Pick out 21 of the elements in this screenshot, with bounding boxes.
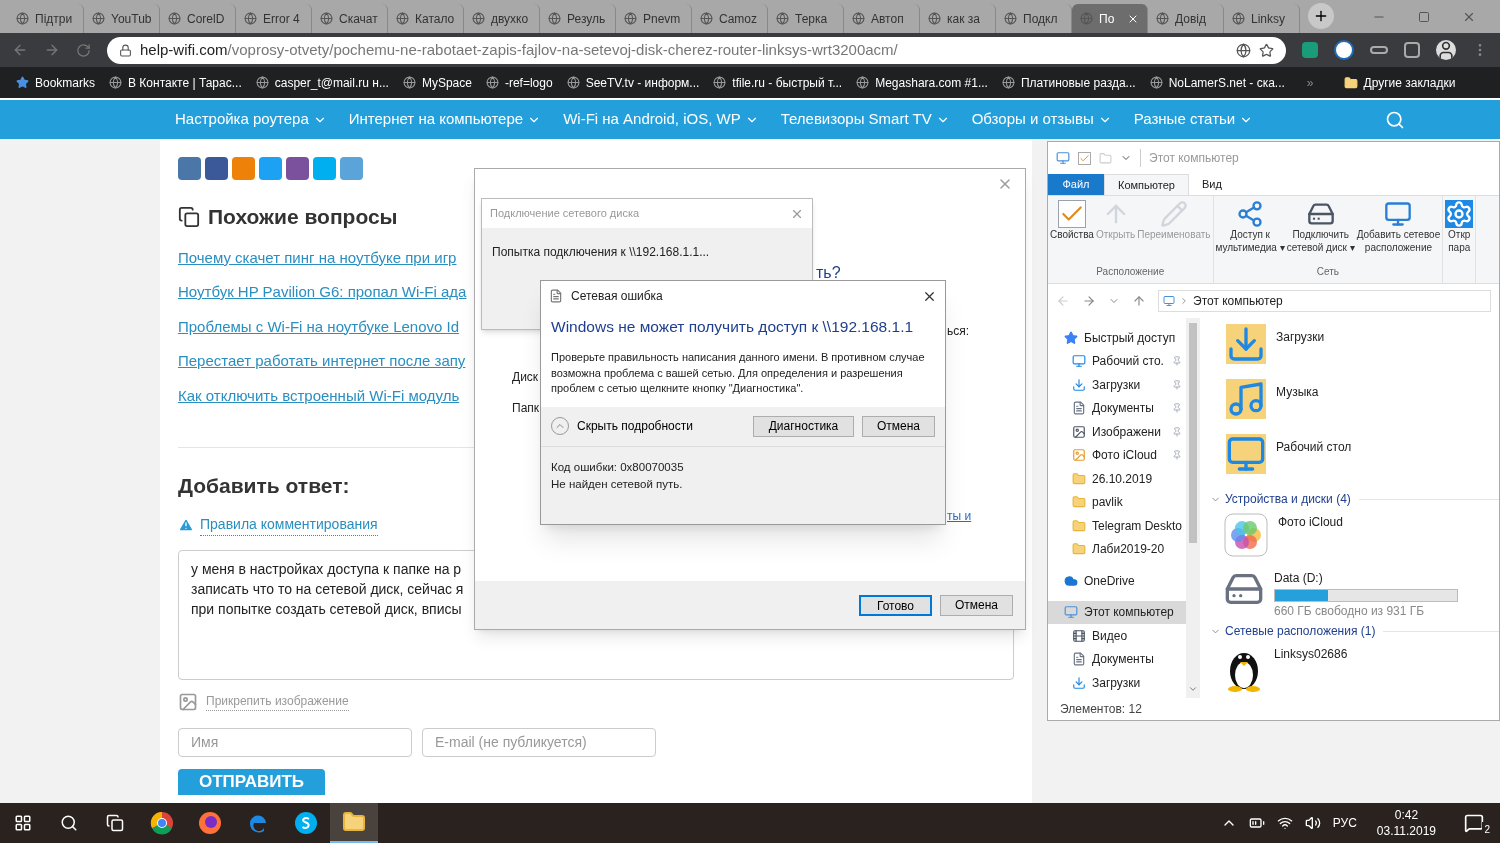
comment-text-line: при попытке создать сетевой диск, вписы [191,599,462,619]
status-text: Элементов: 12 [1060,701,1142,718]
error-message: Проверьте правильность написания данного имени. В противном случае возможна проблема с вашей сетью. Для определения и разрешения проблем с сетью щелкните кнопку "Диагностика". [550,350,926,397]
ribbon-group-label: Расположение [1095,265,1166,279]
comment-text-line: записать что то на сетевой диск, сейчас я [191,579,464,599]
error-heading: Windows не может получить доступ к \\192.168.1.1 [550,317,915,337]
section-heading: Похожие вопросы [208,204,398,230]
wizard-heading: ть? [816,263,841,283]
field-label: Диск [512,369,539,386]
error-code: Код ошибки: 0x80070035 [551,459,684,475]
section-heading: Добавить ответ: [178,473,350,499]
field-label: Папк [512,400,540,417]
dialog-title: Подключение сетевого диска [490,206,640,222]
field-label: ься: [947,323,970,340]
progress-message: Попытка подключения к \\192.168.1.1... [492,244,710,261]
ribbon-group-label: Сеть [1315,265,1340,279]
error-description: Не найден сетевой путь. [551,477,683,492]
comment-text-line: у меня в настройках доступа к папке на р [191,559,462,579]
window-title: Этот компьютер [1140,149,1239,167]
dialog-title: Сетевая ошибка [571,288,664,305]
disk-space-text: 660 ГБ свободно из 931 ГБ [1274,603,1426,620]
